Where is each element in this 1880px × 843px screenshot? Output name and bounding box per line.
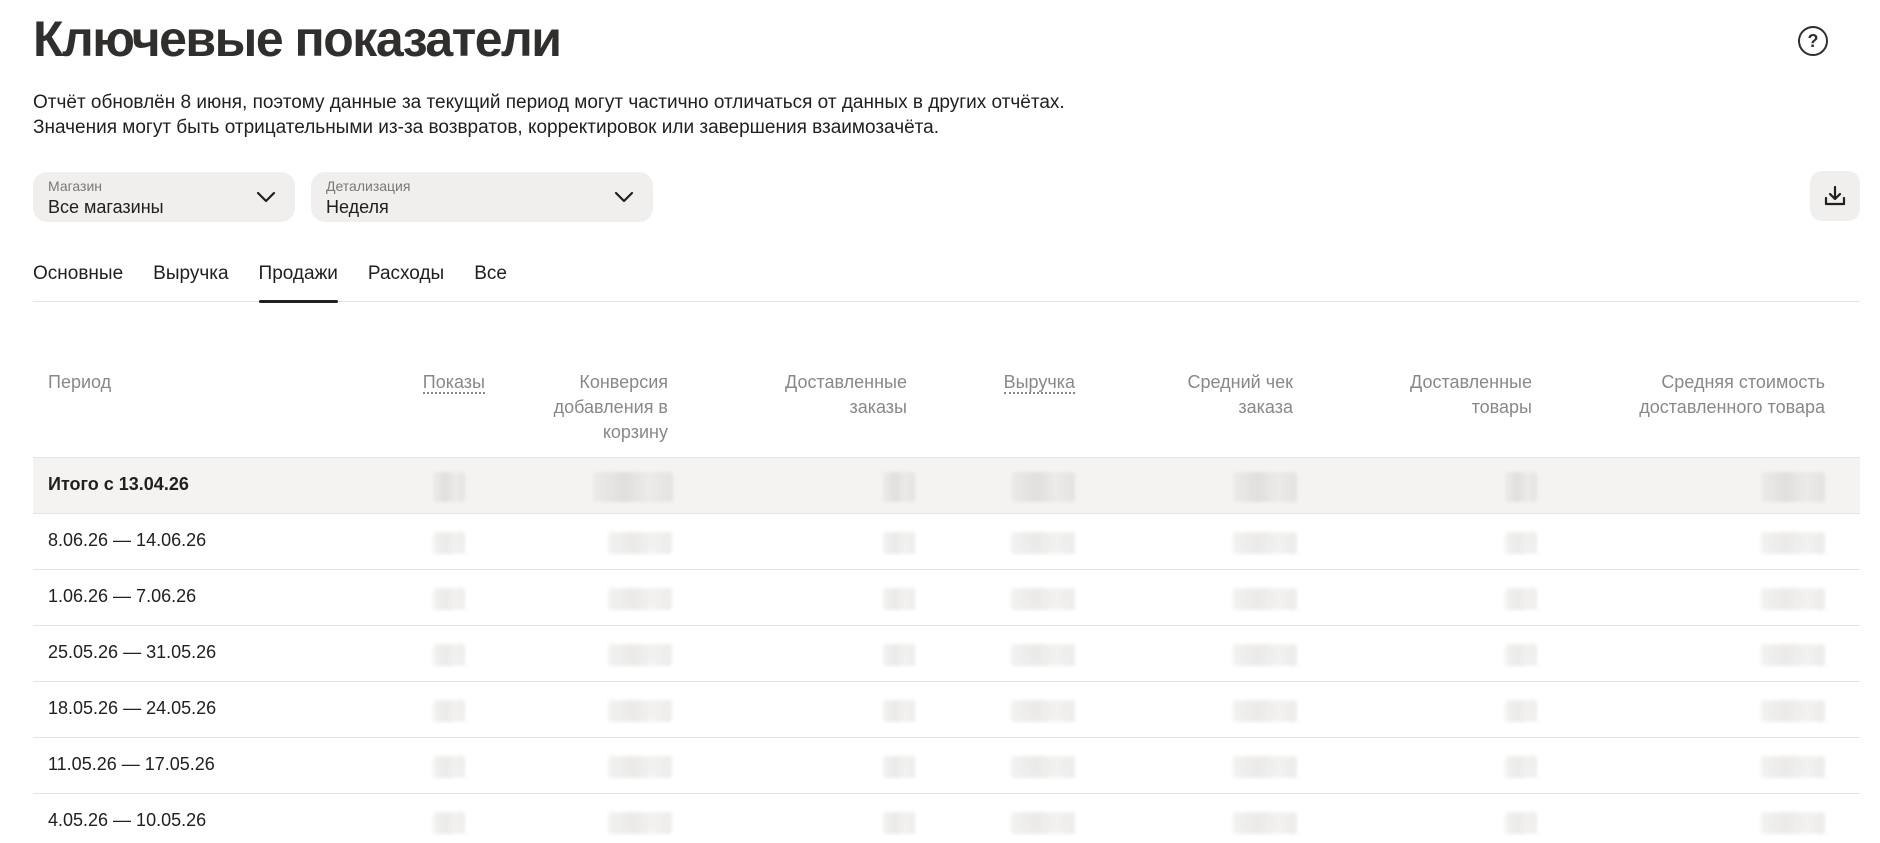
tab-revenue[interactable]: Выручка <box>153 258 228 302</box>
column-header-impressions[interactable]: Показы <box>422 370 485 395</box>
detail-select-label: Детализация <box>326 178 411 194</box>
shop-select-label: Магазин <box>48 178 103 194</box>
redacted-value <box>883 588 915 610</box>
redacted-value <box>1233 700 1297 722</box>
redacted-value <box>1011 588 1075 610</box>
redacted-value <box>593 472 673 502</box>
detail-select-value: Неделя <box>326 197 389 217</box>
redacted-value <box>1761 588 1825 610</box>
redacted-value <box>1011 532 1075 554</box>
redacted-value <box>433 812 465 834</box>
metrics-table: Период Показы Конверсия добавления в кор… <box>33 356 1860 843</box>
column-header-delivered-items: Доставленные товары <box>1410 372 1532 417</box>
row-period: 4.05.26 — 10.05.26 <box>48 810 207 830</box>
redacted-value <box>433 756 465 778</box>
redacted-value <box>1011 756 1075 778</box>
redacted-value <box>883 756 915 778</box>
table-row[interactable]: 4.05.26 — 10.05.26 <box>33 794 1860 843</box>
column-header-average-check: Средний чек заказа <box>1187 372 1293 417</box>
detail-select[interactable]: Детализация Неделя <box>311 172 653 222</box>
tab-sales[interactable]: Продажи <box>258 258 339 303</box>
redacted-value <box>1011 700 1075 722</box>
redacted-value <box>433 644 465 666</box>
page-title: Ключевые показатели <box>33 11 562 67</box>
redacted-value <box>1233 588 1297 610</box>
row-period: 1.06.26 — 7.06.26 <box>48 586 197 606</box>
tab-all[interactable]: Все <box>474 258 507 302</box>
redacted-value <box>1505 588 1537 610</box>
redacted-value <box>1233 756 1297 778</box>
redacted-value <box>608 812 672 834</box>
redacted-value <box>1505 532 1537 554</box>
redacted-value <box>1011 812 1075 834</box>
download-icon <box>1824 185 1846 206</box>
column-header-delivered-orders: Доставленные заказы <box>785 372 907 417</box>
redacted-value <box>433 700 465 722</box>
redacted-value <box>1233 644 1297 666</box>
redacted-value <box>1761 472 1825 502</box>
redacted-value <box>1505 700 1537 722</box>
redacted-value <box>1761 812 1825 834</box>
download-button[interactable] <box>1810 171 1860 221</box>
column-header-period: Период <box>48 372 112 392</box>
tab-bar: Основные Выручка Продажи Расходы Все <box>33 258 1860 303</box>
redacted-value <box>883 700 915 722</box>
row-period: 18.05.26 — 24.05.26 <box>48 698 217 718</box>
redacted-value <box>1011 472 1075 502</box>
redacted-value <box>1233 532 1297 554</box>
redacted-value <box>608 588 672 610</box>
redacted-value <box>1233 472 1297 502</box>
redacted-value <box>883 472 915 502</box>
redacted-value <box>1505 756 1537 778</box>
row-period: 25.05.26 — 31.05.26 <box>48 642 217 662</box>
chevron-down-icon <box>256 191 276 203</box>
redacted-value <box>1011 644 1075 666</box>
redacted-value <box>1761 756 1825 778</box>
redacted-value <box>1761 644 1825 666</box>
column-header-revenue-label: Выручка <box>1003 372 1075 394</box>
redacted-value <box>1505 812 1537 834</box>
row-period: 11.05.26 — 17.05.26 <box>48 754 215 774</box>
redacted-value <box>1233 812 1297 834</box>
tab-main[interactable]: Основные <box>33 258 123 302</box>
tab-expenses[interactable]: Расходы <box>368 258 444 302</box>
redacted-value <box>433 532 465 554</box>
redacted-value <box>433 472 465 502</box>
redacted-value <box>883 532 915 554</box>
table-row[interactable]: 25.05.26 — 31.05.26 <box>33 626 1860 682</box>
table-row[interactable]: 1.06.26 — 7.06.26 <box>33 570 1860 626</box>
redacted-value <box>608 700 672 722</box>
redacted-value <box>883 644 915 666</box>
help-glyph: ? <box>1807 30 1819 51</box>
row-period: Итого с 13.04.26 <box>48 474 189 494</box>
table-row[interactable]: 8.06.26 — 14.06.26 <box>33 514 1860 570</box>
key-metrics-page: Ключевые показатели ? Отчёт обновлён 8 и… <box>0 0 1880 843</box>
redacted-value <box>608 532 672 554</box>
row-period: 8.06.26 — 14.06.26 <box>48 530 207 550</box>
table-row[interactable]: Итого с 13.04.26 <box>33 458 1860 514</box>
table-row[interactable]: 18.05.26 — 24.05.26 <box>33 682 1860 738</box>
column-header-cart-conversion: Конверсия добавления в корзину <box>553 372 668 442</box>
chevron-down-icon <box>614 191 634 203</box>
redacted-value <box>608 756 672 778</box>
column-header-revenue[interactable]: Выручка <box>1003 370 1075 395</box>
redacted-value <box>1761 532 1825 554</box>
shop-select-value: Все магазины <box>48 197 164 217</box>
redacted-value <box>883 812 915 834</box>
redacted-value <box>1761 700 1825 722</box>
report-notice: Отчёт обновлён 8 июня, поэтому данные за… <box>33 92 1065 138</box>
redacted-value <box>1505 644 1537 666</box>
column-header-average-item-cost: Средняя стоимость доставленного товара <box>1639 372 1825 417</box>
table-header: Период Показы Конверсия добавления в кор… <box>33 356 1860 458</box>
redacted-value <box>1505 472 1537 502</box>
question-circle-icon[interactable]: ? <box>1798 26 1828 56</box>
table-row[interactable]: 11.05.26 — 17.05.26 <box>33 738 1860 794</box>
redacted-value <box>433 588 465 610</box>
shop-select[interactable]: Магазин Все магазины <box>33 172 295 222</box>
column-header-impressions-label: Показы <box>422 372 485 394</box>
redacted-value <box>608 644 672 666</box>
